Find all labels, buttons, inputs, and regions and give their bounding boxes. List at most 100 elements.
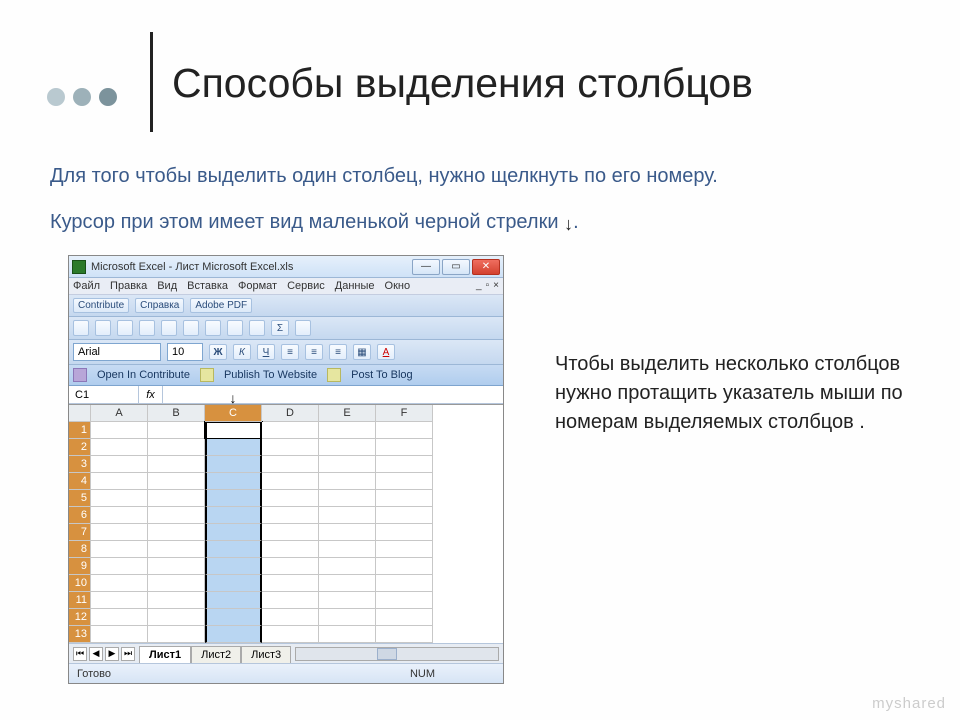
row-header-12[interactable]: 12	[69, 609, 91, 626]
font-color-icon[interactable]: A	[377, 344, 395, 360]
cell-C10[interactable]	[205, 575, 262, 592]
cell-C2[interactable]	[205, 439, 262, 456]
autosum-icon[interactable]: Σ	[271, 320, 289, 336]
cell-E1[interactable]	[319, 422, 376, 439]
menu-service[interactable]: Сервис	[287, 280, 325, 292]
cell-D9[interactable]	[262, 558, 319, 575]
scrollbar-thumb[interactable]	[377, 648, 397, 660]
menu-edit[interactable]: Правка	[110, 280, 147, 292]
cell-B2[interactable]	[148, 439, 205, 456]
cell-B9[interactable]	[148, 558, 205, 575]
cell-F7[interactable]	[376, 524, 433, 541]
tab-nav-prev-icon[interactable]: ◀	[89, 647, 103, 661]
menu-format[interactable]: Формат	[238, 280, 277, 292]
cell-E3[interactable]	[319, 456, 376, 473]
cell-B1[interactable]	[148, 422, 205, 439]
sheet-tab-3[interactable]: Лист3	[241, 646, 291, 663]
cell-F1[interactable]	[376, 422, 433, 439]
menu-insert[interactable]: Вставка	[187, 280, 228, 292]
row-header-2[interactable]: 2	[69, 439, 91, 456]
tab-nav-last-icon[interactable]: ⏭	[121, 647, 135, 661]
cell-A12[interactable]	[91, 609, 148, 626]
cell-D12[interactable]	[262, 609, 319, 626]
row-header-6[interactable]: 6	[69, 507, 91, 524]
new-icon[interactable]	[73, 320, 89, 336]
open-icon[interactable]	[95, 320, 111, 336]
sheet-tab-2[interactable]: Лист2	[191, 646, 241, 663]
row-header-9[interactable]: 9	[69, 558, 91, 575]
cell-F10[interactable]	[376, 575, 433, 592]
column-header-C[interactable]: C↓	[205, 405, 262, 422]
cell-A4[interactable]	[91, 473, 148, 490]
close-button[interactable]: ✕	[472, 259, 500, 275]
cell-E6[interactable]	[319, 507, 376, 524]
cell-D2[interactable]	[262, 439, 319, 456]
cell-B6[interactable]	[148, 507, 205, 524]
cell-F11[interactable]	[376, 592, 433, 609]
cell-F5[interactable]	[376, 490, 433, 507]
cell-E13[interactable]	[319, 626, 376, 643]
cell-E10[interactable]	[319, 575, 376, 592]
row-header-8[interactable]: 8	[69, 541, 91, 558]
cell-E11[interactable]	[319, 592, 376, 609]
save-icon[interactable]	[117, 320, 133, 336]
cell-F6[interactable]	[376, 507, 433, 524]
open-in-contribute[interactable]: Open In Contribute	[97, 369, 190, 381]
horizontal-scrollbar[interactable]	[295, 647, 499, 661]
row-header-13[interactable]: 13	[69, 626, 91, 643]
cell-F12[interactable]	[376, 609, 433, 626]
cell-A6[interactable]	[91, 507, 148, 524]
row-header-10[interactable]: 10	[69, 575, 91, 592]
cell-D8[interactable]	[262, 541, 319, 558]
formula-input[interactable]	[163, 386, 503, 403]
menu-help[interactable]: Справка	[135, 298, 184, 313]
cell-F13[interactable]	[376, 626, 433, 643]
publish-to-website[interactable]: Publish To Website	[224, 369, 317, 381]
cell-A2[interactable]	[91, 439, 148, 456]
cell-C4[interactable]	[205, 473, 262, 490]
maximize-button[interactable]: ▭	[442, 259, 470, 275]
menu-view[interactable]: Вид	[157, 280, 177, 292]
cell-D7[interactable]	[262, 524, 319, 541]
font-name-select[interactable]: Arial	[73, 343, 161, 361]
merge-icon[interactable]: ▦	[353, 344, 371, 360]
redo-icon[interactable]	[249, 320, 265, 336]
cell-E9[interactable]	[319, 558, 376, 575]
align-right-icon[interactable]: ≡	[329, 344, 347, 360]
cell-D6[interactable]	[262, 507, 319, 524]
cell-D11[interactable]	[262, 592, 319, 609]
cell-D4[interactable]	[262, 473, 319, 490]
italic-button[interactable]: К	[233, 344, 251, 360]
cell-F9[interactable]	[376, 558, 433, 575]
cell-C8[interactable]	[205, 541, 262, 558]
post-to-blog[interactable]: Post To Blog	[351, 369, 413, 381]
row-header-3[interactable]: 3	[69, 456, 91, 473]
cell-E7[interactable]	[319, 524, 376, 541]
cell-D3[interactable]	[262, 456, 319, 473]
cell-F3[interactable]	[376, 456, 433, 473]
cell-F4[interactable]	[376, 473, 433, 490]
menu-data[interactable]: Данные	[335, 280, 375, 292]
select-all-corner[interactable]	[69, 405, 91, 422]
cell-A5[interactable]	[91, 490, 148, 507]
menu-contribute[interactable]: Contribute	[73, 298, 129, 313]
doc-restore-button[interactable]: ▫	[486, 280, 490, 292]
cell-C13[interactable]	[205, 626, 262, 643]
cell-A1[interactable]	[91, 422, 148, 439]
cell-E4[interactable]	[319, 473, 376, 490]
cell-E8[interactable]	[319, 541, 376, 558]
cell-B10[interactable]	[148, 575, 205, 592]
paste-icon[interactable]	[205, 320, 221, 336]
sheet-tab-1[interactable]: Лист1	[139, 646, 191, 663]
cell-B8[interactable]	[148, 541, 205, 558]
row-header-1[interactable]: 1	[69, 422, 91, 439]
row-header-5[interactable]: 5	[69, 490, 91, 507]
cell-C5[interactable]	[205, 490, 262, 507]
undo-icon[interactable]	[227, 320, 243, 336]
copy-icon[interactable]	[183, 320, 199, 336]
doc-close-button[interactable]: ×	[493, 280, 499, 292]
cell-B5[interactable]	[148, 490, 205, 507]
underline-button[interactable]: Ч	[257, 344, 275, 360]
column-header-E[interactable]: E	[319, 405, 376, 422]
cell-D13[interactable]	[262, 626, 319, 643]
